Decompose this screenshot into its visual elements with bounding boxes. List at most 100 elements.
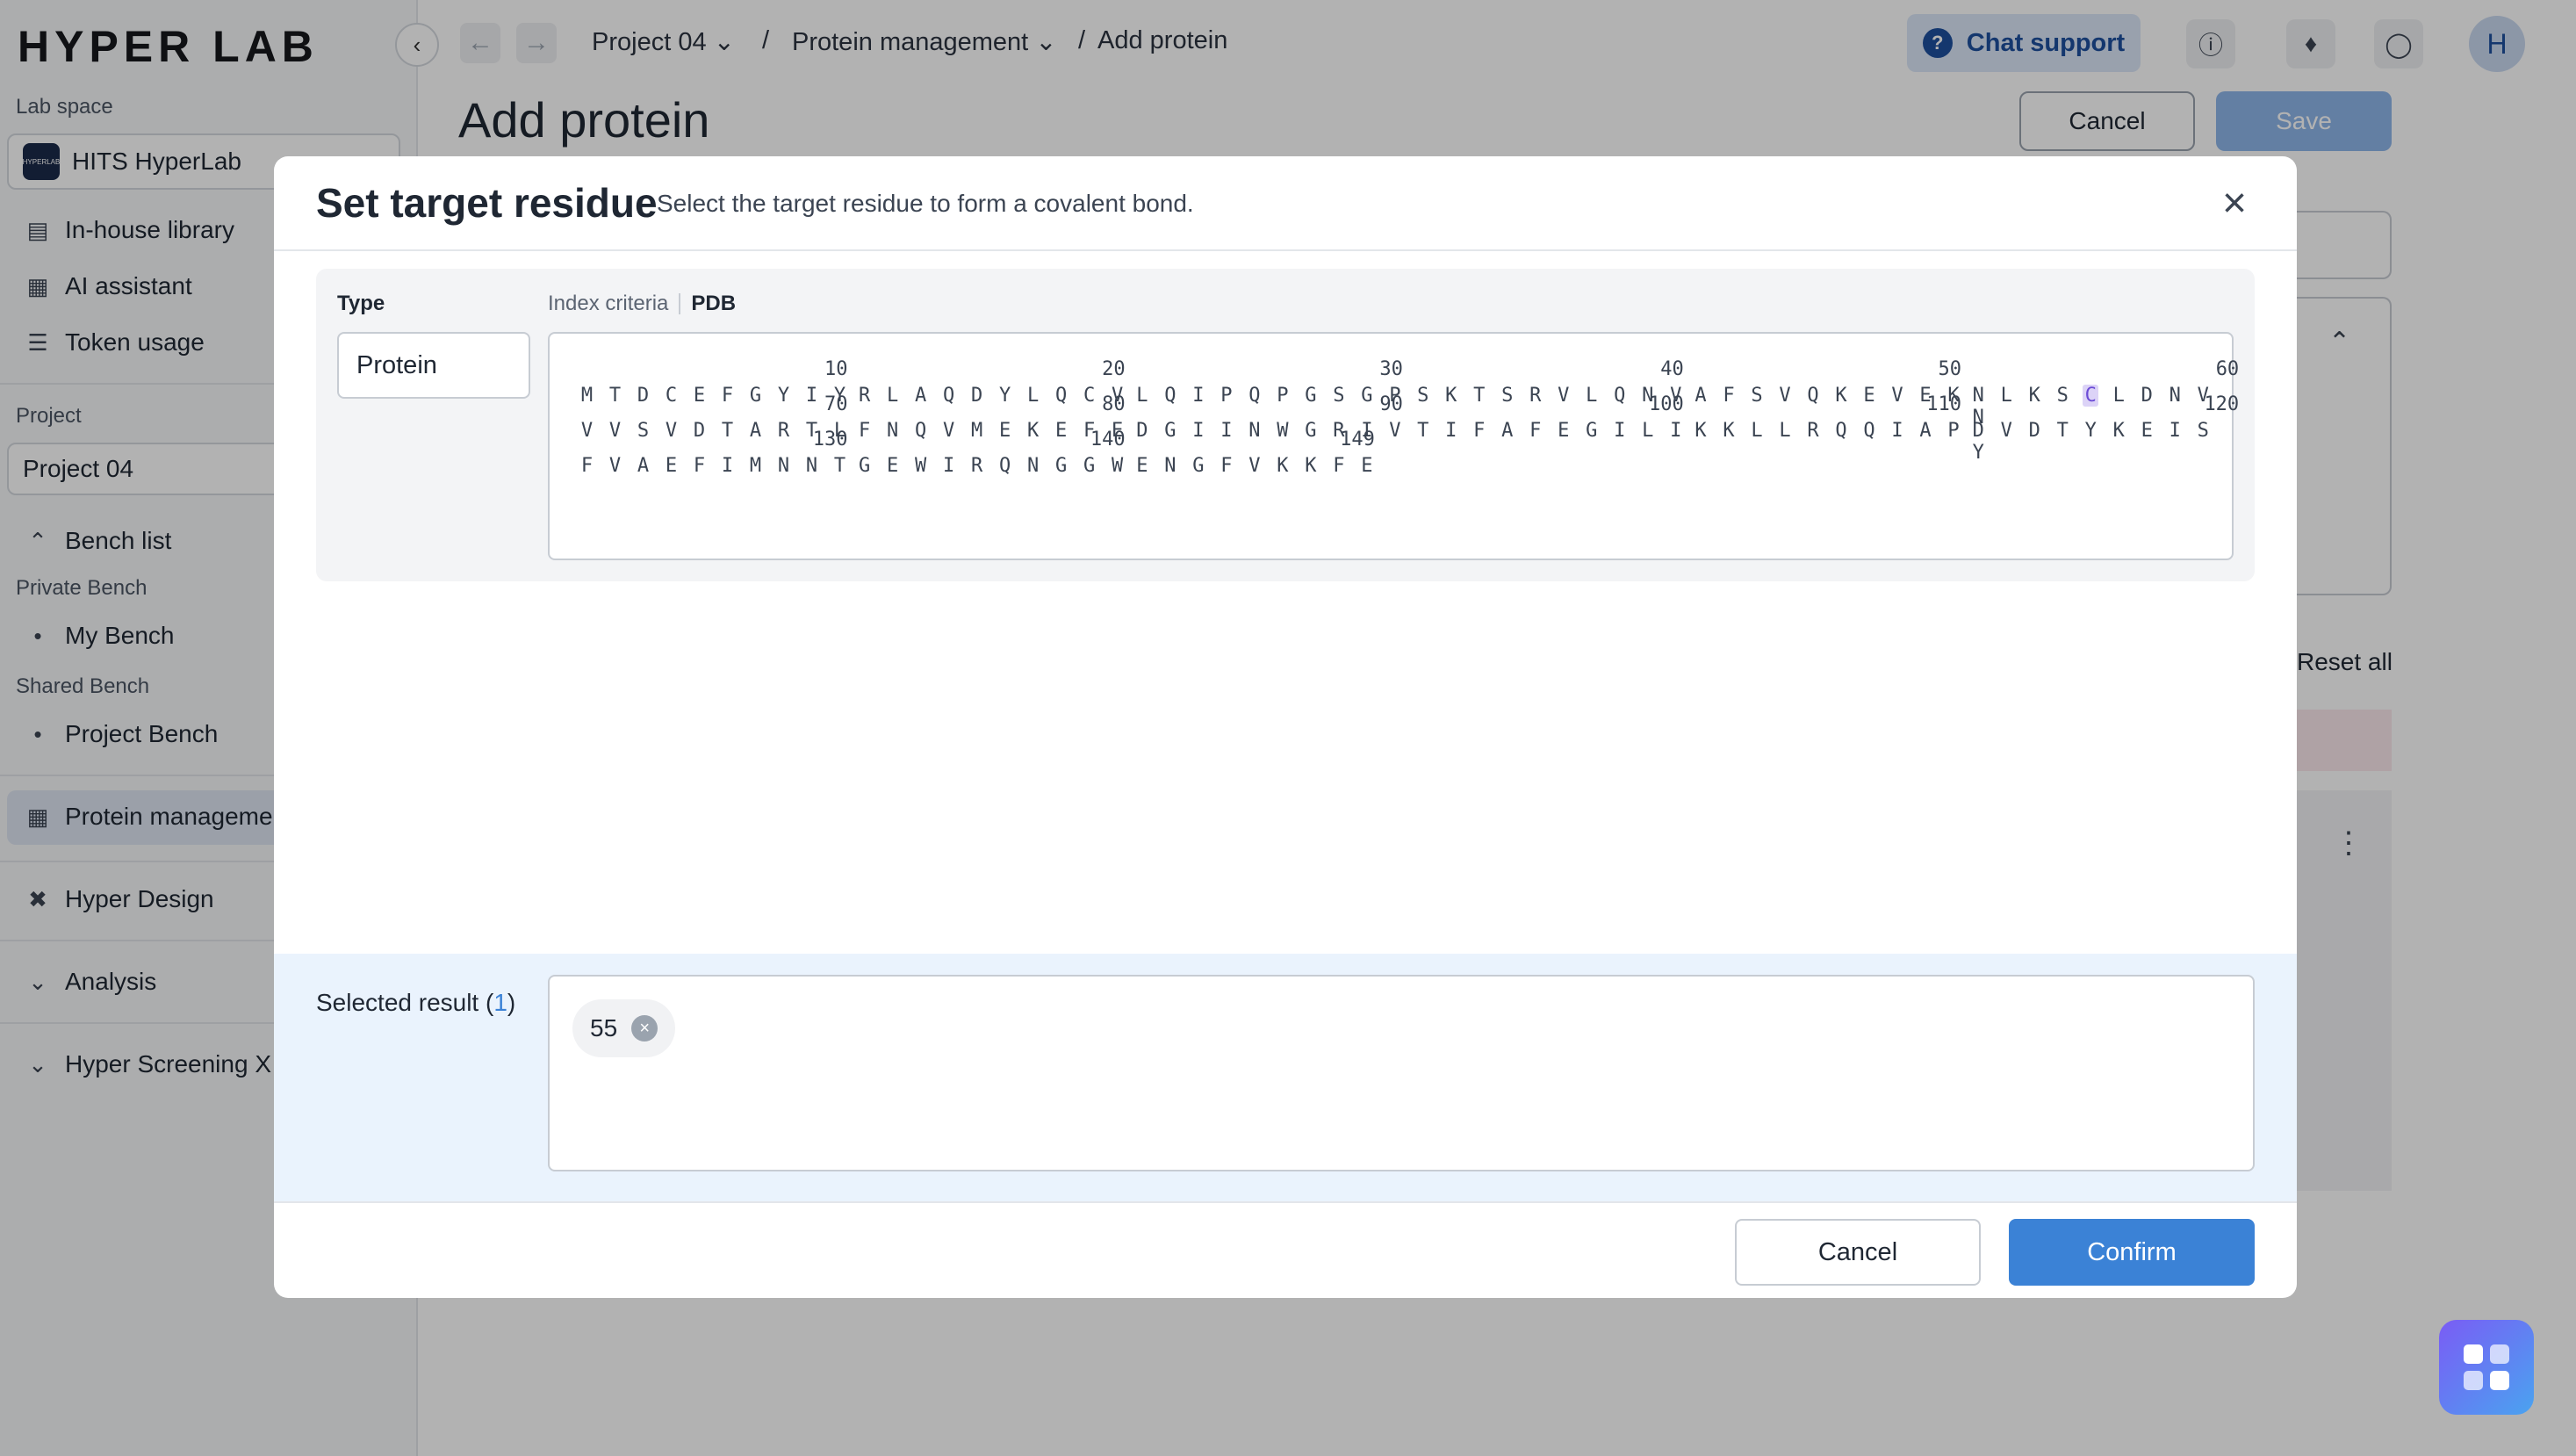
residue[interactable]: W (1110, 455, 1126, 477)
residue[interactable]: F (691, 455, 707, 477)
selected-result-text: Selected result ( (316, 989, 494, 1016)
residue[interactable]: F (1219, 455, 1234, 477)
residue[interactable]: Y (2083, 420, 2098, 442)
residue[interactable]: L (1749, 420, 1765, 442)
residue[interactable]: G (1082, 455, 1097, 477)
app-launcher-button[interactable] (2439, 1320, 2534, 1415)
residue-index-label: 50 (1938, 358, 1962, 380)
residue-index-label: 140 (1090, 429, 1126, 450)
residue-chip[interactable]: 55 × (572, 999, 676, 1057)
sequence-viewer[interactable]: 10 M T D C E F G Y I Y 20 R L A Q D Y L Q C V 30 L Q I P Q P G S G P 40 S K… (548, 332, 2239, 560)
residue[interactable]: G (857, 455, 873, 477)
cancel-button[interactable]: Cancel (1735, 1219, 1981, 1286)
residue[interactable]: V (607, 455, 622, 477)
residue[interactable]: E (1134, 455, 1150, 477)
residue[interactable]: L (1777, 420, 1793, 442)
residue[interactable]: K (1693, 420, 1709, 442)
residue[interactable]: R (1805, 420, 1821, 442)
residue[interactable]: I (2167, 420, 2183, 442)
residue[interactable]: V (1247, 455, 1263, 477)
residue[interactable]: E (885, 455, 901, 477)
residue[interactable]: K (2111, 420, 2126, 442)
residue-index-label: 10 (824, 358, 848, 380)
residue[interactable]: V (1998, 420, 2014, 442)
residue[interactable]: W (913, 455, 929, 477)
residue[interactable]: T (1415, 420, 1431, 442)
divider (679, 293, 681, 314)
residue[interactable]: I (1668, 420, 1684, 442)
residue[interactable]: S (2195, 420, 2211, 442)
residue[interactable]: A (1918, 420, 1933, 442)
residue[interactable]: E (1359, 455, 1375, 477)
residue[interactable]: I (719, 455, 735, 477)
residue[interactable]: P (1946, 420, 1961, 442)
residue-group: FVAEFIMNNT (579, 455, 860, 477)
residue-index-label: 130 (812, 429, 848, 450)
residue[interactable]: Q (997, 455, 1013, 477)
residue-index-label: 149 (1340, 429, 1375, 450)
selected-result-label: Selected result (1) (316, 989, 515, 1017)
residue-index-label: 30 (1379, 358, 1403, 380)
residue[interactable]: Y (1970, 442, 1986, 464)
index-criteria-value[interactable]: PDB (691, 292, 736, 316)
residue[interactable]: Q (1833, 420, 1849, 442)
selected-result-count: 1 (493, 989, 507, 1016)
residue[interactable]: N (1162, 455, 1178, 477)
dialog-footer: Cancel Confirm (274, 1201, 2297, 1298)
residue[interactable]: M (747, 455, 763, 477)
residue-index-label: 40 (1660, 358, 1684, 380)
residue[interactable]: A (1500, 420, 1515, 442)
residue[interactable]: I (1889, 420, 1905, 442)
residue[interactable]: D (2026, 420, 2042, 442)
residue-index-label: 20 (1102, 358, 1126, 380)
residue[interactable]: G (1054, 455, 1069, 477)
residue[interactable]: Q (1861, 420, 1877, 442)
residue[interactable]: E (2139, 420, 2155, 442)
residue[interactable]: F (1528, 420, 1543, 442)
residue[interactable]: V (1387, 420, 1403, 442)
residue[interactable]: R (969, 455, 985, 477)
residue[interactable]: E (1556, 420, 1572, 442)
residue-chip-label: 55 (590, 1014, 618, 1042)
residue-index-label: 90 (1379, 393, 1403, 415)
residue[interactable]: F (1331, 455, 1347, 477)
dialog-header: Set target residue Select the target res… (274, 156, 2297, 251)
residue[interactable]: I (1443, 420, 1459, 442)
residue[interactable]: F (1471, 420, 1487, 442)
residue[interactable]: F (579, 455, 594, 477)
residue[interactable]: I (941, 455, 957, 477)
residue[interactable]: D (1970, 420, 1986, 442)
dialog-subtitle: Select the target residue to form a cova… (657, 190, 1194, 217)
residue-group: D V D T Y K E I SY (1970, 420, 2232, 464)
residue[interactable]: K (1303, 455, 1319, 477)
residue[interactable]: K (1275, 455, 1291, 477)
selected-result-paren: ) (507, 989, 516, 1016)
sequence-panel: Type Protein Index criteria PDB 10 M T D C E F… (316, 269, 2255, 581)
residue-group: TIFAFEGILI (1415, 420, 1696, 442)
index-criteria: Index criteria PDB (548, 292, 736, 316)
selected-result-area: Selected result (1) 55 × (274, 954, 2297, 1201)
residue[interactable]: N (803, 455, 819, 477)
type-field[interactable]: Protein (337, 332, 530, 399)
residue[interactable]: G (1584, 420, 1600, 442)
residue[interactable]: N (1025, 455, 1041, 477)
residue[interactable]: E (663, 455, 679, 477)
residue[interactable]: G (1191, 455, 1206, 477)
residue-index-label: 70 (824, 393, 848, 415)
close-icon[interactable]: × (2213, 180, 2256, 227)
confirm-button[interactable]: Confirm (2009, 1219, 2255, 1286)
residue[interactable]: T (831, 455, 847, 477)
residue[interactable]: N (775, 455, 791, 477)
residue[interactable]: A (635, 455, 651, 477)
type-label: Type (337, 292, 385, 315)
residue[interactable]: I (1612, 420, 1628, 442)
remove-chip-icon[interactable]: × (631, 1015, 658, 1042)
index-criteria-label: Index criteria (548, 292, 669, 315)
residue-index-label: 120 (2204, 393, 2240, 415)
residue-group: GEWIRQNGGW (857, 455, 1138, 477)
residue-index-label: 80 (1102, 393, 1126, 415)
selected-result-box[interactable]: 55 × (548, 975, 2255, 1171)
residue[interactable]: L (1640, 420, 1656, 442)
residue[interactable]: T (2054, 420, 2070, 442)
residue[interactable]: K (1721, 420, 1737, 442)
